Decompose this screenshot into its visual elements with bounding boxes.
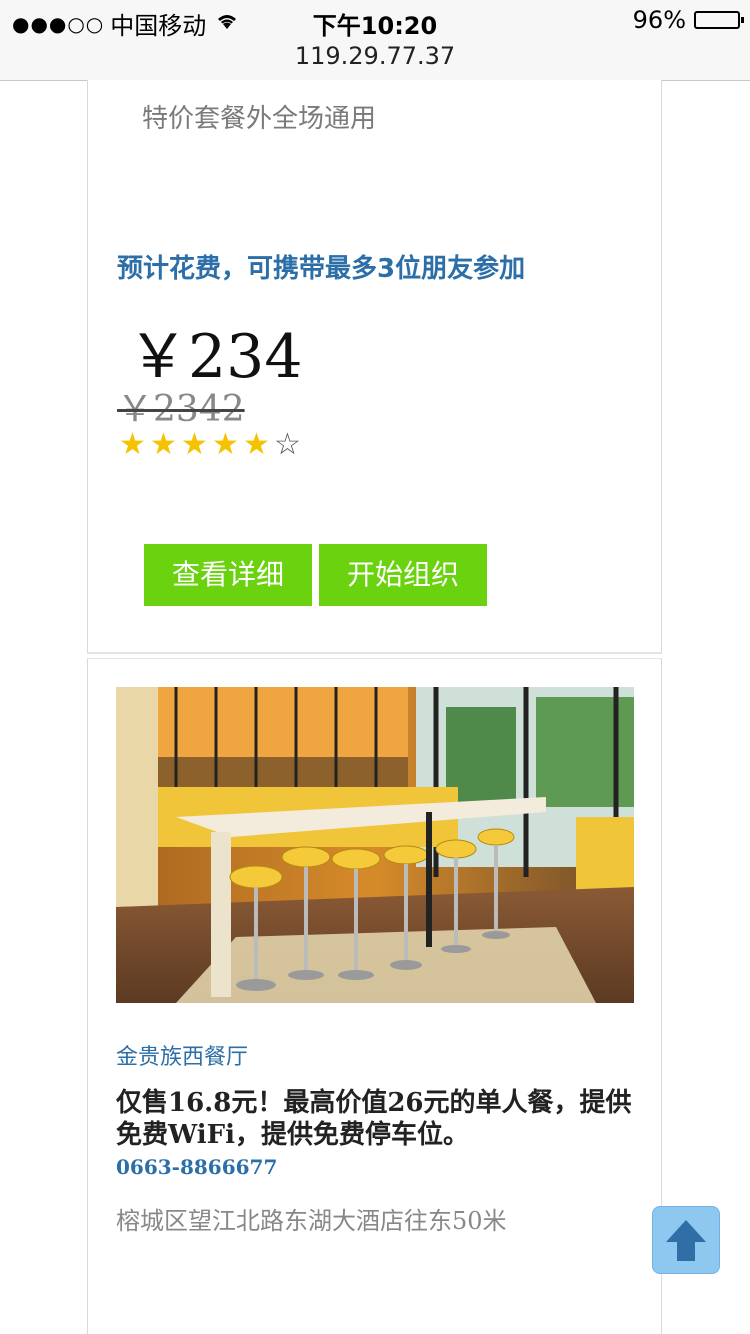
arrow-up-icon bbox=[666, 1220, 706, 1261]
rating-stars: ★ ★ ★ ★ ★ ☆ bbox=[117, 428, 303, 462]
battery-percent: 96% bbox=[632, 6, 686, 34]
star-filled-icon: ★ bbox=[119, 427, 146, 462]
scope-note: 特价套餐外全场通用 bbox=[142, 104, 377, 134]
original-price: ￥2342 bbox=[117, 389, 245, 430]
deal-card: 特价套餐外全场通用 预计花费，可携带最多3位朋友参加 ￥234 ￥2342 ★ ★… bbox=[87, 80, 662, 654]
address-bar-url[interactable]: 119.29.77.37 bbox=[0, 42, 750, 70]
back-to-top-button[interactable] bbox=[652, 1206, 720, 1274]
deal-description: 仅售16.8元！最高价值26元的单人餐，提供免费WiFi，提供免费停车位。 bbox=[116, 1088, 632, 1150]
restaurant-name[interactable]: 金贵族西餐厅 bbox=[116, 1039, 248, 1071]
view-details-button[interactable]: 查看详细 bbox=[144, 544, 312, 606]
star-filled-icon: ★ bbox=[243, 427, 270, 462]
restaurant-phone[interactable]: 0663-8866677 bbox=[116, 1155, 277, 1179]
star-filled-icon: ★ bbox=[181, 427, 208, 462]
restaurant-card[interactable]: 金贵族西餐厅 仅售16.8元！最高价值26元的单人餐，提供免费WiFi，提供免费… bbox=[87, 658, 662, 1334]
battery-info: 96% bbox=[632, 6, 744, 34]
cost-hint: 预计花费，可携带最多3位朋友参加 bbox=[117, 254, 526, 284]
start-organize-button[interactable]: 开始组织 bbox=[319, 544, 487, 606]
star-filled-icon: ★ bbox=[212, 427, 239, 462]
status-bar: ●●●○○ 中国移动 下午10:20 96% 119.29.77.37 bbox=[0, 0, 750, 81]
star-empty-icon: ☆ bbox=[274, 427, 301, 462]
battery-icon bbox=[694, 11, 744, 29]
restaurant-photo[interactable] bbox=[116, 687, 634, 1003]
star-filled-icon: ★ bbox=[150, 427, 177, 462]
restaurant-address: 榕城区望江北路东湖大酒店往东50米 bbox=[116, 1207, 507, 1235]
